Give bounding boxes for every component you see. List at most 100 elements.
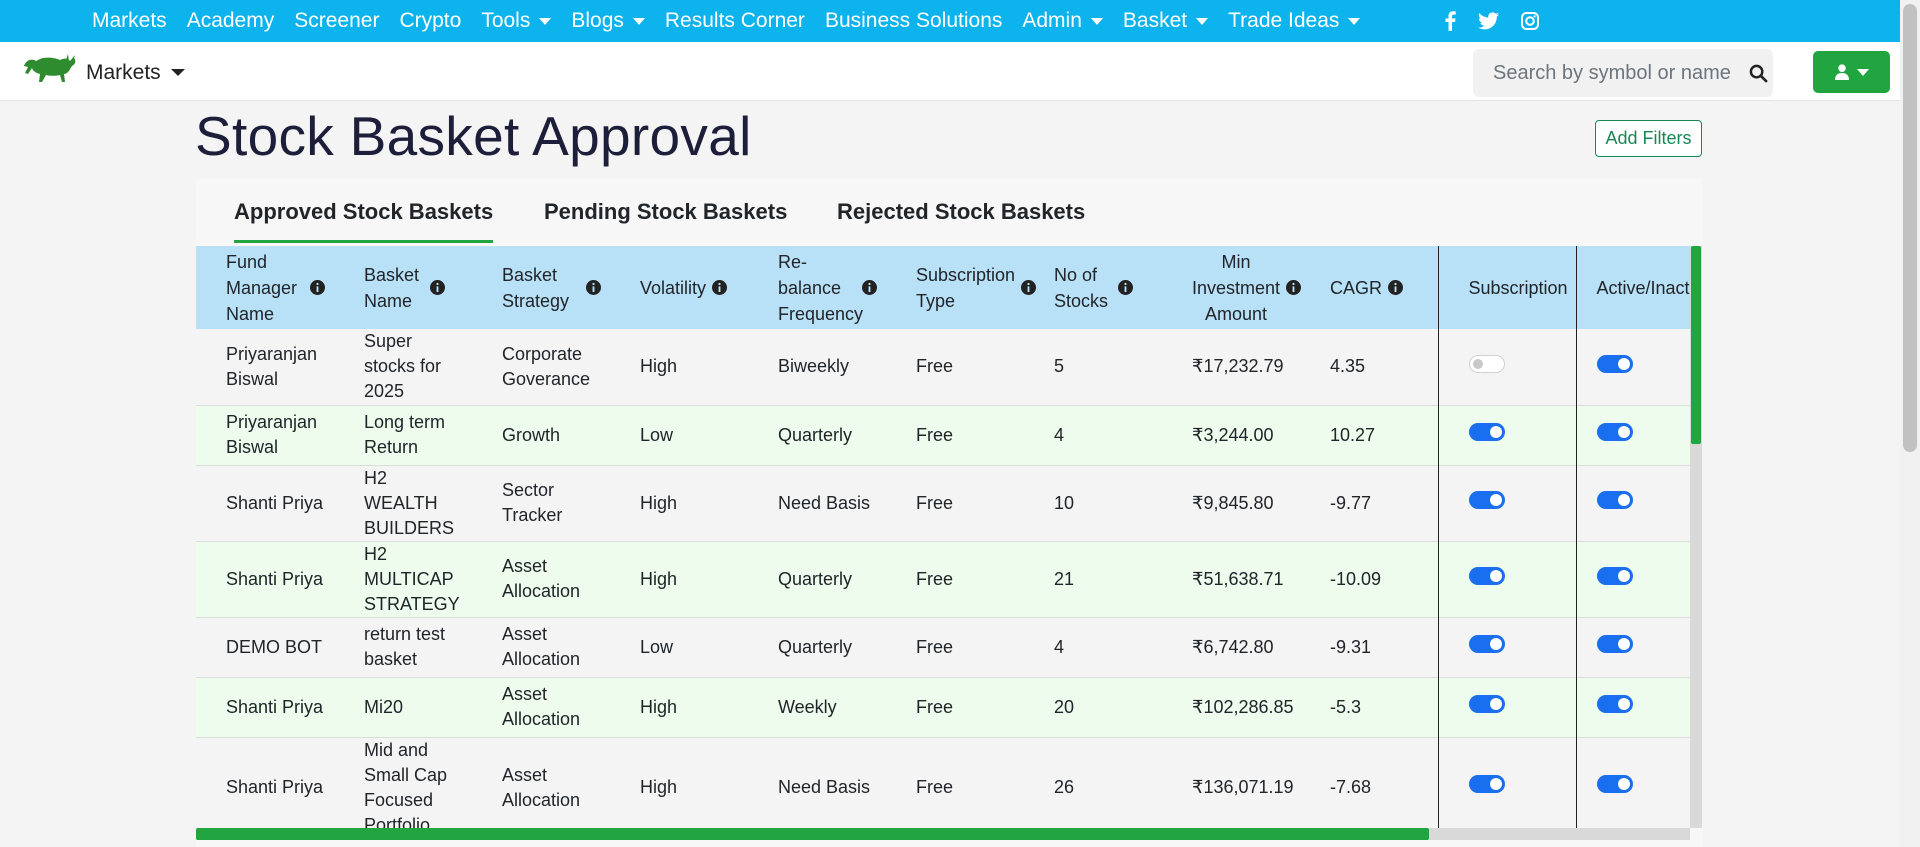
info-icon[interactable] [862,280,877,295]
active-toggle-switch[interactable] [1596,490,1633,509]
info-icon[interactable] [586,280,601,295]
cell-active-toggle [1575,329,1690,405]
info-icon[interactable] [1286,280,1302,295]
search-icon [1749,64,1767,82]
nav-screener[interactable]: Screener [294,9,379,33]
nav-label: Academy [186,9,275,32]
table-row[interactable]: Shanti Priya H2 MULTICAP STRATEGY Asset Al… [196,541,1690,617]
cell-min-investment: ₹6,742.80 [1192,636,1274,657]
info-icon[interactable] [1388,280,1404,295]
nav-admin[interactable]: Admin [1022,9,1103,33]
nav-trade-ideas[interactable]: Trade Ideas [1228,9,1361,33]
cell-subscription-toggle [1437,541,1576,617]
page-scroll-thumb[interactable] [1903,4,1917,452]
active-toggle-switch[interactable] [1596,775,1633,794]
tab-rejected-stock-baskets[interactable]: Rejected Stock Baskets [837,199,1085,237]
table-row[interactable]: Priyaranjan Biswal Super stocks for 2025 C… [196,329,1690,405]
subscription-toggle-switch[interactable] [1468,634,1505,653]
cell-type: Free [916,777,954,797]
cell-type: Free [916,568,954,589]
cell-manager: Priyaranjan Biswal [226,343,318,389]
info-icon[interactable] [430,280,445,295]
cell-frequency: Quarterly [778,636,853,657]
cell-manager: DEMO BOT [226,636,323,657]
add-filters-button[interactable]: Add Filters [1595,120,1702,157]
user-menu-button[interactable] [1813,51,1890,93]
info-icon[interactable] [1118,280,1133,295]
table-vertical-scroll-thumb[interactable] [1691,246,1701,444]
cell-basket: H2 MULTICAP STRATEGY [364,543,460,614]
cell-type: Free [916,356,954,377]
cell-strategy: Asset Allocation [502,764,581,810]
nav-blogs[interactable]: Blogs [571,9,645,33]
cell-min-investment: ₹3,244.00 [1192,424,1274,445]
cell-type: Free [916,492,954,513]
cell-strategy: Growth [502,424,561,445]
table-header-row: Fund Manager Name Basket Name Basket Strat… [196,246,1690,329]
cell-subscription-toggle [1437,329,1576,405]
active-toggle-switch[interactable] [1596,634,1633,653]
cell-min-investment: ₹17,232.79 [1192,356,1284,377]
cell-cagr: -5.3 [1330,696,1362,717]
cell-active-toggle [1575,465,1690,541]
active-toggle-switch[interactable] [1596,566,1633,585]
table-horizontal-scroll-thumb[interactable] [196,828,1429,840]
tab-pending-stock-baskets[interactable]: Pending Stock Baskets [544,199,787,237]
search-box [1473,49,1773,97]
column-header-label: Subscription [1468,277,1568,298]
info-icon[interactable] [712,280,728,295]
column-header-label: Basket Strategy [502,264,570,311]
nav-results-corner[interactable]: Results Corner [665,9,805,33]
table-row[interactable]: Shanti Priya H2 WEALTH BUILDERS Sector Tra… [196,465,1690,541]
nav-business-solutions[interactable]: Business Solutions [825,9,1002,33]
subscription-toggle-switch[interactable] [1468,775,1505,794]
info-icon[interactable] [310,280,325,295]
facebook-icon[interactable] [1444,11,1457,31]
cell-cagr: -9.77 [1330,492,1372,513]
table-row[interactable]: Shanti Priya Mi20 Asset Allocation High Week… [196,677,1690,737]
subscription-toggle-switch[interactable] [1468,566,1505,585]
table-row[interactable]: Shanti Priya Mid and Small Cap Focused Po… [196,737,1690,828]
cell-basket: Mi20 [364,696,404,717]
cell-strategy: Asset Allocation [502,624,581,669]
search-input[interactable] [1473,50,1743,96]
active-toggle-switch[interactable] [1596,354,1633,373]
cell-min-investment: ₹136,071.19 [1192,777,1294,797]
column-header-label: CAGR [1330,277,1383,298]
search-button[interactable] [1743,49,1773,97]
markets-dropdown[interactable]: Markets [20,52,185,93]
instagram-icon[interactable] [1521,12,1540,30]
column-header-label: Active/Inactive [1596,277,1691,298]
nav-academy[interactable]: Academy [187,9,275,33]
cell-subscription-toggle [1437,677,1576,737]
baskets-table-container[interactable]: Fund Manager Name Basket Name Basket Strat… [196,246,1690,828]
nav-crypto[interactable]: Crypto [399,9,461,33]
subscription-toggle-switch[interactable] [1468,354,1505,373]
table-row[interactable]: Priyaranjan Biswal Long term Return Growth… [196,405,1690,465]
chevron-down-icon [1856,68,1869,76]
subscription-toggle-switch[interactable] [1468,422,1505,441]
tab-approved-stock-baskets[interactable]: Approved Stock Baskets [234,199,494,243]
cell-frequency: Weekly [778,696,837,717]
nav-label: Trade Ideas [1228,9,1340,32]
subscription-toggle-switch[interactable] [1468,694,1505,713]
nav-markets[interactable]: Markets [92,9,167,33]
nav-tools[interactable]: Tools [481,9,552,33]
active-toggle-switch[interactable] [1596,422,1633,441]
twitter-icon[interactable] [1478,12,1500,30]
cell-manager: Shanti Priya [226,696,324,717]
cell-basket: H2 WEALTH BUILDERS [364,467,455,538]
top-nav-links: Markets Academy Screener Crypto Tools Blogs Re… [92,9,1380,33]
cell-volatility: High [640,492,678,513]
nav-label: Results Corner [664,9,805,32]
info-icon[interactable] [1021,280,1037,295]
active-toggle-switch[interactable] [1596,694,1633,713]
cell-cagr: 10.27 [1330,424,1376,445]
page-title: Stock Basket Approval [195,105,752,167]
table-row[interactable]: DEMO BOT return test basket Asset Allocati… [196,617,1690,677]
column-header-label: Basket Name [364,264,420,311]
subscription-toggle-switch[interactable] [1468,490,1505,509]
nav-basket[interactable]: Basket [1123,9,1209,33]
cell-basket: Super stocks for 2025 [364,331,442,402]
nav-label: Blogs [571,9,624,32]
